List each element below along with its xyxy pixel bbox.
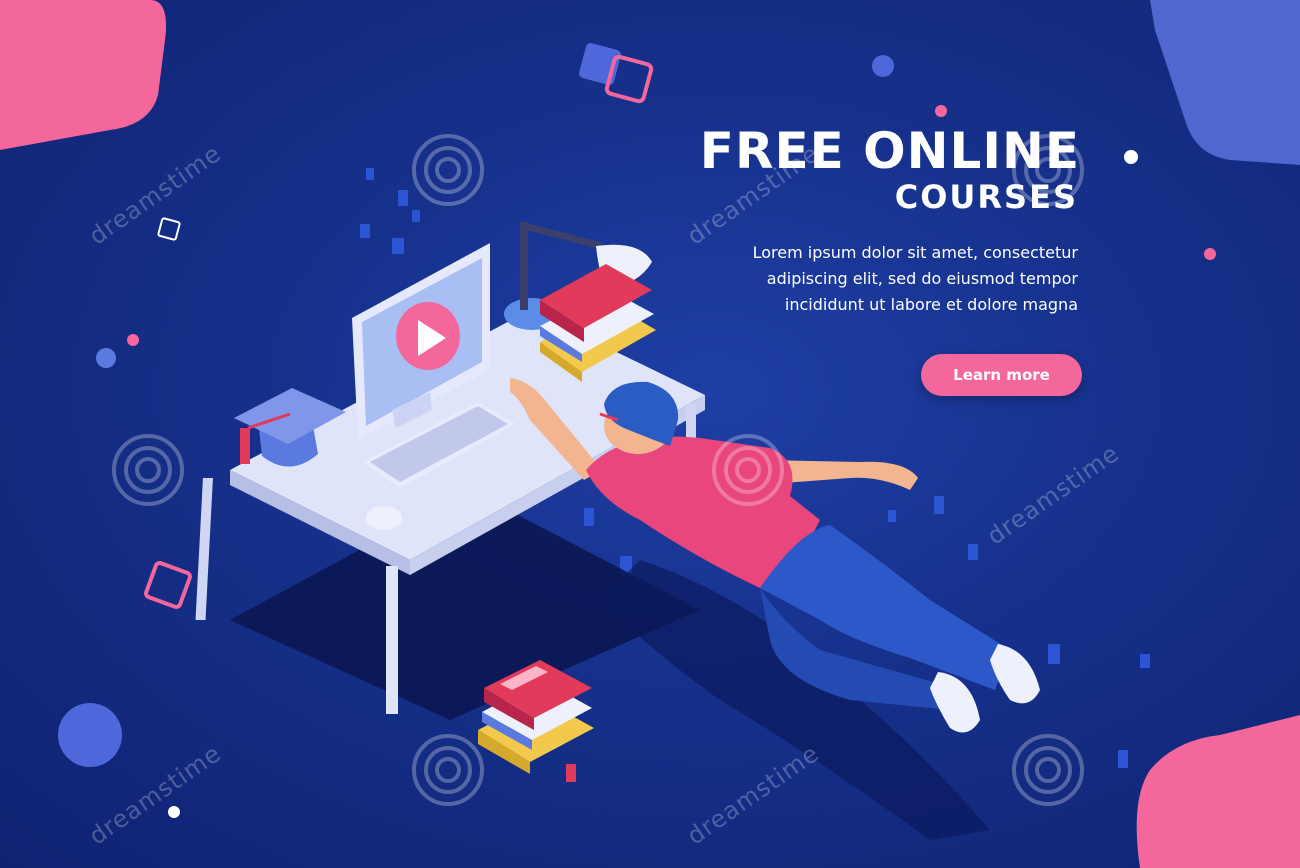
illustration-scene (0, 0, 1300, 868)
hero-description-line: incididunt ut labore et dolore magna (784, 295, 1078, 314)
hero-description-line: adipiscing elit, sed do eiusmod tempor (766, 269, 1078, 288)
hero-description-line: Lorem ipsum dolor sit amet, consectetur (752, 243, 1078, 262)
learn-more-button[interactable]: Learn more (921, 354, 1082, 396)
hero-subtitle: COURSES (894, 178, 1078, 216)
hero-title: FREE ONLINE (699, 122, 1080, 180)
hero-heading: FREE ONLINE COURSES (700, 122, 1080, 214)
hero-description: Lorem ipsum dolor sit amet, consectetur … (718, 240, 1078, 318)
mouse (366, 506, 402, 530)
